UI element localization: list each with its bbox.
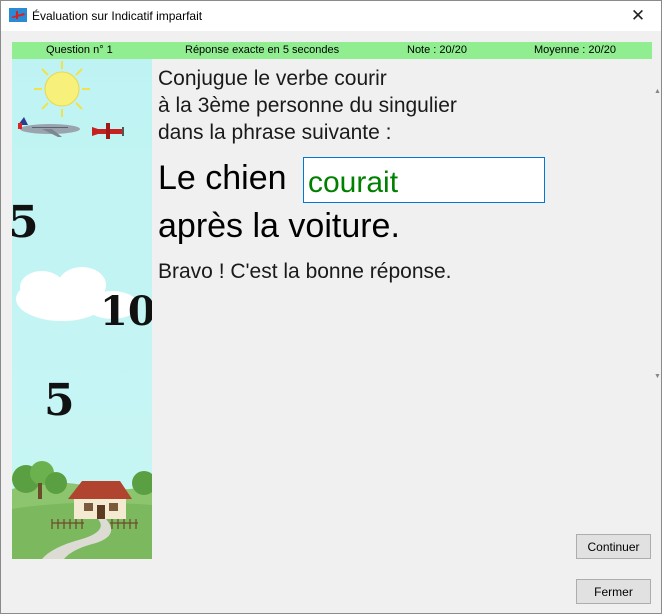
countdown-number: 5	[44, 375, 75, 426]
answer-input[interactable]	[303, 157, 545, 203]
title-bar: Évaluation sur Indicatif imparfait ✕	[1, 1, 661, 31]
scroll-down-icon[interactable]: ▼	[654, 373, 661, 380]
exercise-prompt: Conjugue le verbe courir à la 3ème perso…	[158, 65, 457, 146]
illustration-panel: 5 10 5	[12, 59, 152, 559]
illustration-scene: 5 10 5	[12, 59, 152, 559]
vertical-scrollbar[interactable]	[652, 59, 661, 559]
close-window-button[interactable]: ✕	[615, 1, 661, 31]
sentence-end: après la voiture.	[158, 207, 400, 245]
airplane-app-icon	[9, 8, 27, 22]
countdown-number: 10	[100, 288, 152, 335]
app-window: Évaluation sur Indicatif imparfait ✕ Que…	[0, 0, 662, 614]
close-button[interactable]: Fermer	[576, 579, 651, 604]
scroll-up-icon[interactable]: ▲	[654, 88, 661, 95]
prompt-line: Conjugue le verbe courir	[158, 67, 387, 90]
prompt-line: à la 3ème personne du singulier	[158, 94, 457, 117]
score-label: Note : 20/20	[407, 44, 467, 56]
response-time: Réponse exacte en 5 secondes	[185, 44, 340, 56]
status-bar: Question n° 1 Réponse exacte en 5 second…	[12, 42, 652, 59]
sentence-start: Le chien	[158, 159, 287, 197]
window-title: Évaluation sur Indicatif imparfait	[32, 9, 203, 23]
average-label: Moyenne : 20/20	[534, 44, 616, 56]
prompt-line: dans la phrase suivante :	[158, 121, 392, 144]
question-number: Question n° 1	[46, 44, 113, 56]
house-icon	[68, 481, 132, 519]
feedback-message: Bravo ! C'est la bonne réponse.	[158, 260, 452, 283]
continue-button[interactable]: Continuer	[576, 534, 651, 559]
close-icon: ✕	[630, 6, 646, 25]
countdown-number: 5	[12, 197, 39, 248]
